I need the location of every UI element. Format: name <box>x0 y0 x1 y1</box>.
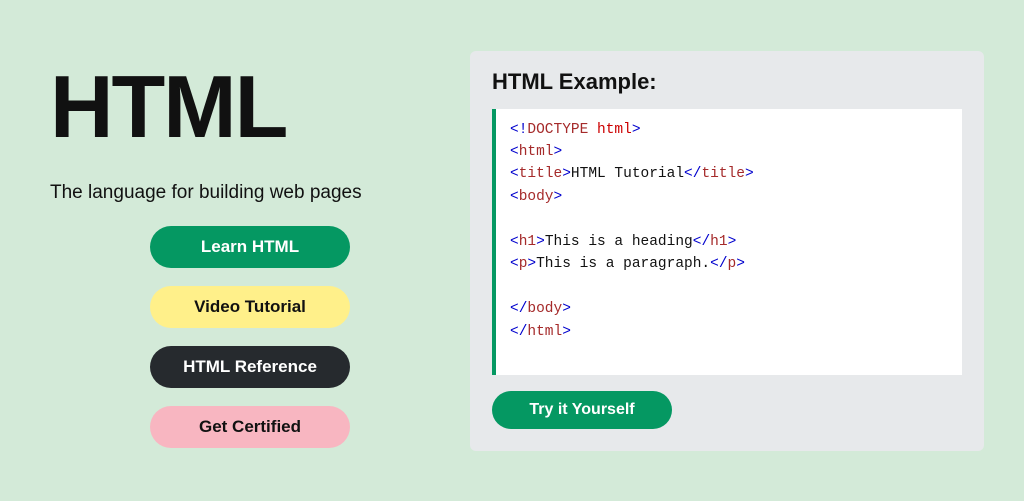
code-example: <!DOCTYPE html> <html> <title>HTML Tutor… <box>492 109 962 375</box>
page-subtitle: The language for building web pages <box>50 182 362 204</box>
example-title: HTML Example: <box>492 69 962 95</box>
learn-html-button[interactable]: Learn HTML <box>150 226 350 268</box>
intro-panel: HTML The language for building web pages… <box>40 36 460 466</box>
video-tutorial-button[interactable]: Video Tutorial <box>150 286 350 328</box>
example-panel: HTML Example: <!DOCTYPE html> <html> <ti… <box>470 51 984 451</box>
get-certified-button[interactable]: Get Certified <box>150 406 350 448</box>
html-reference-button[interactable]: HTML Reference <box>150 346 350 388</box>
page-title: HTML <box>50 56 286 158</box>
try-it-yourself-button[interactable]: Try it Yourself <box>492 391 672 429</box>
